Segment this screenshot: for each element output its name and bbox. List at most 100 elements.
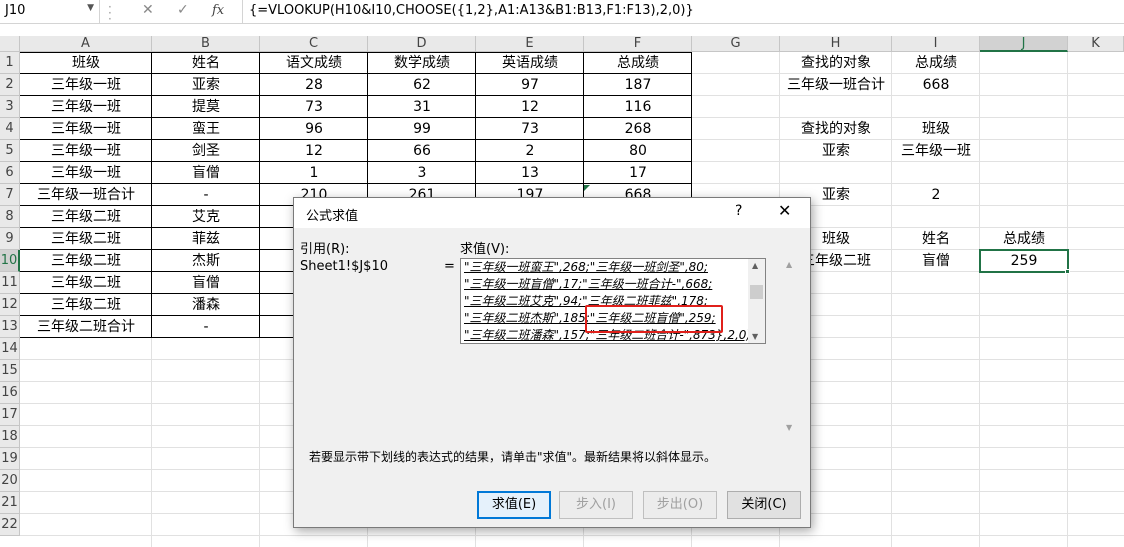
column-header-b[interactable]: B [152, 36, 260, 52]
table-cell[interactable]: 蛮王 [152, 118, 260, 140]
table-cell[interactable]: 三年级二班 [20, 250, 152, 272]
row-header-10[interactable]: 10 [0, 250, 20, 272]
scroll-thumb[interactable] [750, 285, 763, 299]
row-header-17[interactable]: 17 [0, 404, 20, 426]
table-cell[interactable]: 三年级二班合计 [20, 316, 152, 338]
active-cell-selection[interactable] [979, 249, 1069, 273]
table-cell[interactable]: 盲僧 [152, 272, 260, 294]
table-cell[interactable]: - [152, 184, 260, 206]
row-header-5[interactable]: 5 [0, 140, 20, 162]
row-header-22[interactable]: 22 [0, 514, 20, 536]
lookup-label[interactable]: 总成绩 [892, 52, 980, 74]
table-cell[interactable]: 17 [584, 162, 692, 184]
dialog-titlebar[interactable]: 公式求值 ? ✕ [294, 198, 810, 228]
table-cell[interactable]: 66 [368, 140, 476, 162]
column-header-i[interactable]: I [892, 36, 980, 52]
table-cell[interactable]: 62 [368, 74, 476, 96]
table-cell[interactable]: 潘森 [152, 294, 260, 316]
row-header-16[interactable]: 16 [0, 382, 20, 404]
table-cell[interactable]: 99 [368, 118, 476, 140]
row-header-3[interactable]: 3 [0, 96, 20, 118]
row-header-18[interactable]: 18 [0, 426, 20, 448]
row-header-9[interactable]: 9 [0, 228, 20, 250]
row-header-19[interactable]: 19 [0, 448, 20, 470]
drag-handle-icon[interactable]: · · · [108, 1, 114, 25]
evaluation-scrollbar[interactable]: ▲ ▼ [748, 259, 765, 343]
table-cell[interactable]: 亚索 [152, 74, 260, 96]
table-cell[interactable]: 盲僧 [152, 162, 260, 184]
table-cell[interactable]: - [152, 316, 260, 338]
row-header-12[interactable]: 12 [0, 294, 20, 316]
table-cell[interactable]: 28 [260, 74, 368, 96]
column-header-e[interactable]: E [476, 36, 584, 52]
table-cell[interactable]: 3 [368, 162, 476, 184]
name-box[interactable]: J10 ▼ [0, 0, 100, 23]
table-cell[interactable]: 菲兹 [152, 228, 260, 250]
table-cell[interactable]: 三年级二班 [20, 206, 152, 228]
table-cell[interactable]: 剑圣 [152, 140, 260, 162]
table-cell[interactable]: 73 [260, 96, 368, 118]
scroll-down-icon[interactable]: ▼ [786, 423, 792, 432]
table-cell[interactable]: 艾克 [152, 206, 260, 228]
table-cell[interactable]: 三年级一班 [20, 140, 152, 162]
table-cell[interactable]: 12 [476, 96, 584, 118]
table-header[interactable]: 班级 [20, 52, 152, 74]
row-header-2[interactable]: 2 [0, 74, 20, 96]
lookup-cell[interactable]: 三年级一班合计 [780, 74, 892, 96]
column-header-c[interactable]: C [260, 36, 368, 52]
column-header-h[interactable]: H [780, 36, 892, 52]
table-header[interactable]: 总成绩 [584, 52, 692, 74]
table-cell[interactable]: 杰斯 [152, 250, 260, 272]
scroll-down-icon[interactable]: ▼ [752, 332, 758, 341]
column-header-d[interactable]: D [368, 36, 476, 52]
row-header-6[interactable]: 6 [0, 162, 20, 184]
formula-input[interactable]: {=VLOOKUP(H10&I10,CHOOSE({1,2},A1:A13&B1… [249, 3, 694, 18]
table-cell[interactable]: 73 [476, 118, 584, 140]
table-cell[interactable]: 三年级二班 [20, 228, 152, 250]
table-cell[interactable]: 116 [584, 96, 692, 118]
scroll-up-icon[interactable]: ▲ [786, 260, 792, 269]
lookup-label[interactable]: 班级 [892, 118, 980, 140]
table-cell[interactable]: 12 [260, 140, 368, 162]
row-header-13[interactable]: 13 [0, 316, 20, 338]
lookup-cell[interactable]: 2 [892, 184, 980, 206]
step-out-button[interactable]: 步出(O) [643, 491, 717, 519]
table-header[interactable]: 数学成绩 [368, 52, 476, 74]
close-button[interactable]: 关闭(C) [727, 491, 801, 519]
lookup-cell[interactable]: 盲僧 [892, 250, 980, 272]
scroll-up-icon[interactable]: ▲ [752, 261, 758, 270]
column-header-k[interactable]: K [1068, 36, 1124, 52]
close-icon[interactable]: ✕ [778, 201, 791, 220]
lookup-label[interactable]: 姓名 [892, 228, 980, 250]
lookup-cell[interactable]: 亚索 [780, 140, 892, 162]
chevron-down-icon[interactable]: ▼ [87, 3, 94, 13]
fill-handle[interactable] [1065, 269, 1070, 274]
lookup-cell[interactable]: 三年级一班 [892, 140, 980, 162]
evaluate-button[interactable]: 求值(E) [477, 491, 551, 519]
insert-function-icon[interactable]: fx [212, 3, 224, 18]
row-header-15[interactable]: 15 [0, 360, 20, 382]
table-cell[interactable]: 80 [584, 140, 692, 162]
dialog-scrollbar[interactable]: ▲ ▼ [784, 258, 798, 434]
row-header-8[interactable]: 8 [0, 206, 20, 228]
column-header-j[interactable]: J [980, 36, 1068, 52]
table-cell[interactable]: 2 [476, 140, 584, 162]
table-cell[interactable]: 三年级一班合计 [20, 184, 152, 206]
column-header-a[interactable]: A [20, 36, 152, 52]
column-header-f[interactable]: F [584, 36, 692, 52]
step-in-button[interactable]: 步入(I) [559, 491, 633, 519]
row-header-11[interactable]: 11 [0, 272, 20, 294]
table-cell[interactable]: 268 [584, 118, 692, 140]
lookup-label[interactable]: 总成绩 [980, 228, 1068, 250]
table-cell[interactable]: 1 [260, 162, 368, 184]
table-cell[interactable]: 96 [260, 118, 368, 140]
table-cell[interactable]: 三年级一班 [20, 74, 152, 96]
row-header-7[interactable]: 7 [0, 184, 20, 206]
table-cell[interactable]: 31 [368, 96, 476, 118]
table-header[interactable]: 语文成绩 [260, 52, 368, 74]
lookup-cell[interactable]: 668 [892, 74, 980, 96]
help-icon[interactable]: ? [735, 203, 742, 219]
select-all-corner[interactable] [0, 36, 20, 52]
table-cell[interactable]: 187 [584, 74, 692, 96]
table-cell[interactable]: 97 [476, 74, 584, 96]
